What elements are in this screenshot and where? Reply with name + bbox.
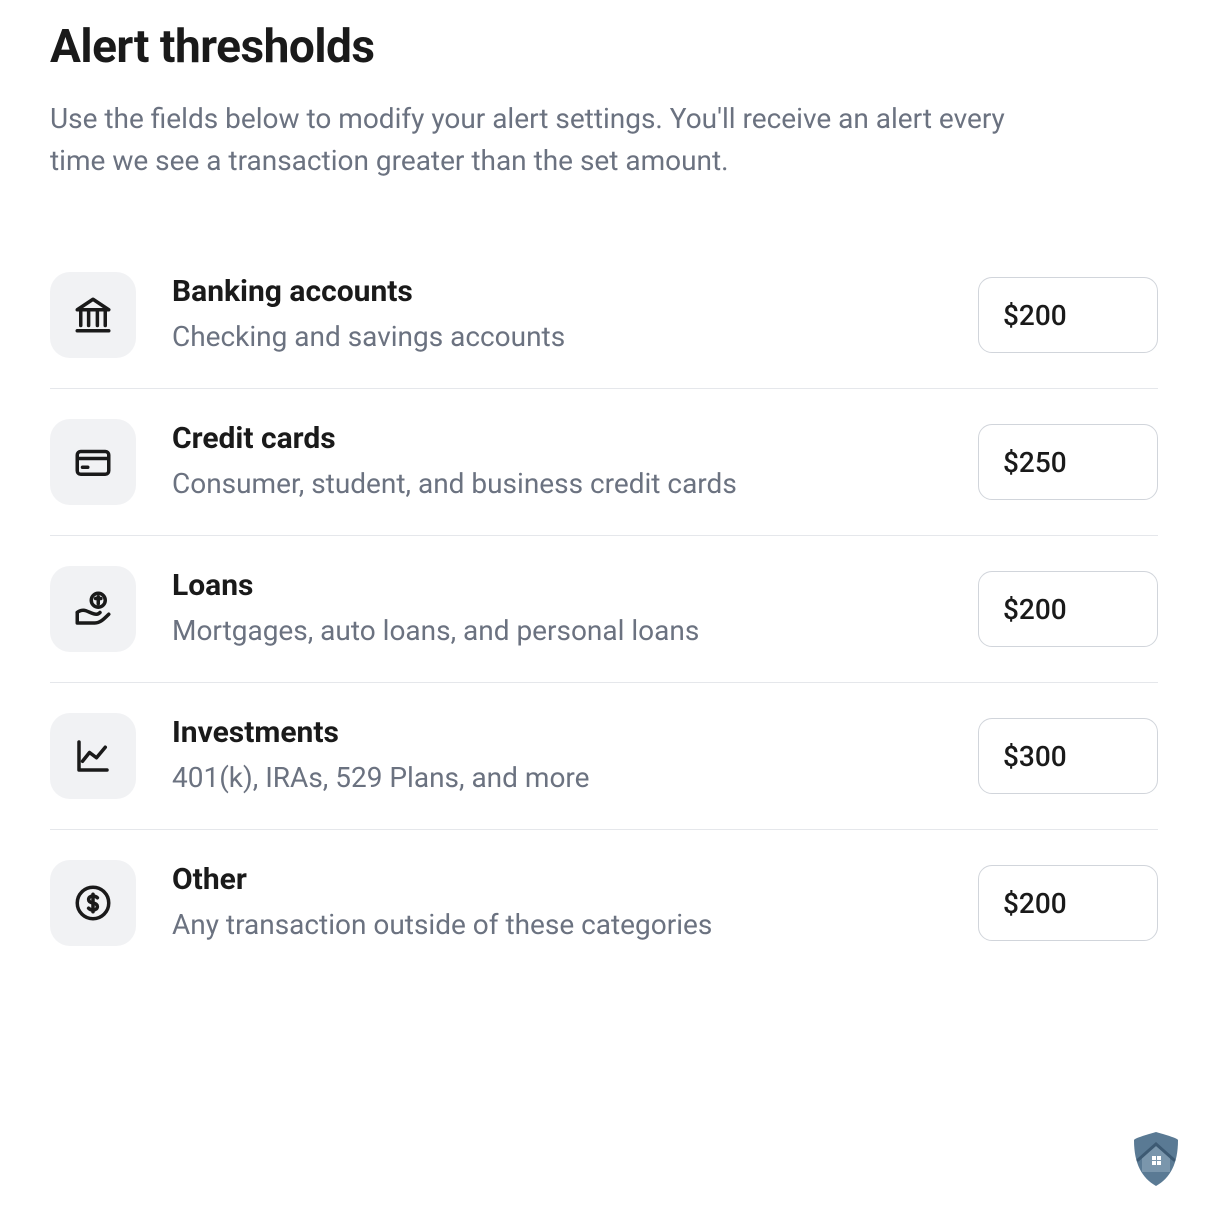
page-description: Use the fields below to modify your aler… (50, 98, 1050, 182)
page-title: Alert thresholds (50, 20, 1158, 74)
row-text: Other Any transaction outside of these c… (172, 862, 978, 944)
row-title: Banking accounts (172, 274, 978, 309)
row-other: Other Any transaction outside of these c… (50, 830, 1158, 976)
credit-card-icon (50, 419, 136, 505)
threshold-input-investments[interactable] (978, 718, 1158, 794)
row-title: Credit cards (172, 421, 978, 456)
dollar-icon (50, 860, 136, 946)
row-desc: Mortgages, auto loans, and personal loan… (172, 611, 978, 650)
row-loans: Loans Mortgages, auto loans, and persona… (50, 536, 1158, 683)
row-title: Investments (172, 715, 978, 750)
bank-icon (50, 272, 136, 358)
row-credit-cards: Credit cards Consumer, student, and busi… (50, 389, 1158, 536)
chart-icon (50, 713, 136, 799)
row-desc: Consumer, student, and business credit c… (172, 464, 978, 503)
row-desc: 401(k), IRAs, 529 Plans, and more (172, 758, 978, 797)
shield-house-badge-icon (1124, 1126, 1188, 1190)
row-banking: Banking accounts Checking and savings ac… (50, 242, 1158, 389)
row-title: Other (172, 862, 978, 897)
row-text: Loans Mortgages, auto loans, and persona… (172, 568, 978, 650)
row-text: Investments 401(k), IRAs, 529 Plans, and… (172, 715, 978, 797)
row-investments: Investments 401(k), IRAs, 529 Plans, and… (50, 683, 1158, 830)
row-desc: Checking and savings accounts (172, 317, 978, 356)
row-desc: Any transaction outside of these categor… (172, 905, 978, 944)
threshold-input-loans[interactable] (978, 571, 1158, 647)
row-title: Loans (172, 568, 978, 603)
row-text: Credit cards Consumer, student, and busi… (172, 421, 978, 503)
threshold-input-other[interactable] (978, 865, 1158, 941)
loan-icon (50, 566, 136, 652)
threshold-input-banking[interactable] (978, 277, 1158, 353)
threshold-input-credit[interactable] (978, 424, 1158, 500)
threshold-list: Banking accounts Checking and savings ac… (50, 242, 1158, 976)
row-text: Banking accounts Checking and savings ac… (172, 274, 978, 356)
